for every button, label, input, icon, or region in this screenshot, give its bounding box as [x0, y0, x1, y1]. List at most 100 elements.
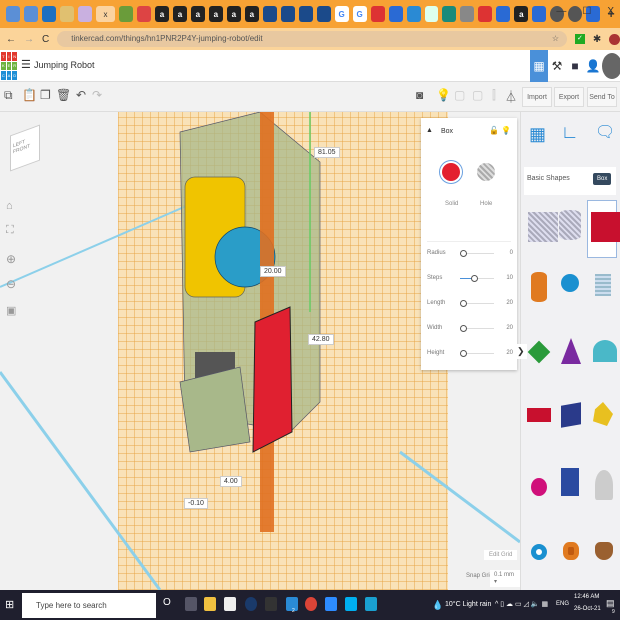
taskbar-search[interactable]: Type here to search [22, 593, 156, 618]
shape-torus[interactable] [531, 544, 547, 560]
dimension-label[interactable]: 4.00 [220, 476, 242, 487]
browser-tab[interactable] [424, 6, 439, 22]
steps-slider[interactable] [460, 275, 494, 282]
shape-scribble[interactable] [595, 274, 611, 296]
ortho-view-icon[interactable]: ▣ [6, 304, 16, 317]
clock-date[interactable]: 26-Oct-21 [574, 606, 601, 612]
panel-collapse-button[interactable]: ❯ [515, 344, 527, 359]
shape-cylinder[interactable] [531, 272, 547, 302]
browser-tab-active[interactable]: x [95, 6, 116, 22]
width-slider[interactable] [460, 325, 494, 332]
delete-icon[interactable]: 🗑 [56, 88, 71, 102]
shape-text[interactable] [527, 408, 551, 422]
note-icon[interactable]: ◙ [416, 88, 423, 102]
notification-icon[interactable]: ▤ [606, 598, 615, 609]
3d-design-view-icon[interactable]: ▦ [530, 50, 548, 82]
shape-round-roof[interactable] [593, 340, 617, 362]
browser-tab[interactable] [77, 6, 92, 22]
mirror-icon[interactable]: ⏃ [505, 88, 517, 105]
browser-tab[interactable]: a [208, 6, 223, 22]
star-icon[interactable]: ☆ [552, 31, 559, 47]
paste-icon[interactable]: 📋 [22, 88, 37, 102]
chrome-icon[interactable] [305, 597, 317, 611]
browser-tab[interactable] [6, 6, 20, 22]
browser-tab[interactable] [41, 6, 56, 22]
cortana-icon[interactable]: O [163, 597, 171, 608]
shape-half-sphere[interactable] [531, 478, 547, 496]
file-explorer-icon[interactable] [204, 597, 216, 611]
dimension-label[interactable]: 81.05 [314, 147, 340, 158]
browser-tab[interactable] [59, 6, 74, 22]
zoom-out-icon[interactable]: ⊖ [6, 277, 16, 291]
lock-icon[interactable]: 🔓 [489, 126, 499, 135]
height-slider[interactable] [460, 350, 494, 357]
browser-tab[interactable]: a [154, 6, 169, 22]
design-list-icon[interactable]: ☰ [21, 58, 31, 71]
close-window-button[interactable]: X [607, 6, 614, 17]
back-icon[interactable]: ← [6, 34, 16, 45]
forward-icon[interactable]: → [24, 34, 34, 45]
browser-tab[interactable] [262, 6, 277, 22]
avatar[interactable] [602, 53, 620, 79]
shape-box[interactable] [591, 212, 620, 242]
shape-polygon[interactable] [561, 402, 581, 428]
weather-text[interactable]: 10°C Light rain [445, 601, 491, 608]
dimension-label[interactable]: 20.00 [260, 266, 286, 277]
ungroup-icon[interactable]: ▢ [472, 88, 483, 102]
browser-tab[interactable]: G [334, 6, 349, 22]
light-bulb-icon[interactable]: 💡 [436, 88, 451, 102]
language-indicator[interactable]: ENG [556, 601, 569, 607]
zoom-icon[interactable] [325, 597, 337, 611]
store-icon[interactable] [224, 597, 236, 611]
browser-tab[interactable] [298, 6, 313, 22]
browser-tab[interactable] [532, 6, 547, 22]
export-button[interactable]: Export [554, 87, 584, 107]
browser-tab[interactable] [137, 6, 151, 22]
browser-tab[interactable]: G [352, 6, 367, 22]
edit-grid-button[interactable]: Edit Grid [484, 550, 518, 560]
duplicate-icon[interactable]: ❐ [40, 88, 51, 102]
collapse-icon[interactable]: ▲ [426, 127, 433, 134]
home-view-icon[interactable]: ⌂ [6, 200, 13, 212]
browser-tab[interactable] [280, 6, 295, 22]
browser-tab[interactable]: a [190, 6, 205, 22]
minimize-button[interactable]: — [556, 6, 566, 17]
browser-tab[interactable] [406, 6, 421, 22]
copy-icon[interactable]: ⧉ [4, 88, 13, 103]
tinkercad-logo[interactable]: TIN KER CAD [1, 52, 17, 80]
hole-button[interactable] [477, 163, 495, 181]
browser-tab[interactable]: a [226, 6, 241, 22]
tray-icons[interactable]: ^ ▯ ☁ ▭ ◿ 🔈 ▦ [495, 600, 548, 608]
workplane-icon[interactable]: ▦ [529, 124, 546, 145]
browser-tab[interactable] [23, 6, 38, 22]
shape-paraboloid[interactable] [593, 402, 613, 426]
extension-icon[interactable]: ✓ [575, 34, 585, 44]
browser-tab[interactable] [119, 6, 134, 22]
radius-slider[interactable] [460, 250, 494, 257]
light-bulb-icon[interactable]: 💡 [501, 126, 511, 135]
user-add-icon[interactable]: 👤 [584, 50, 602, 82]
group-icon[interactable]: ▢ [454, 88, 465, 102]
design-title[interactable]: Jumping Robot [34, 60, 95, 70]
shape-sphere[interactable] [561, 274, 579, 292]
tab-close-icon[interactable]: x [103, 10, 107, 19]
shape-icosahedron[interactable] [561, 468, 579, 496]
browser-tab[interactable] [460, 6, 475, 22]
url-input[interactable]: tinkercad.com/things/hn1PNR2P4Y-jumping-… [57, 31, 568, 47]
solid-button[interactable] [442, 163, 460, 181]
app-c-icon[interactable] [365, 597, 377, 611]
dimension-label[interactable]: 42.80 [308, 334, 334, 345]
puzzle-icon[interactable]: ✱ [593, 34, 601, 45]
zoom-in-icon[interactable]: ⊕ [6, 252, 16, 266]
shape-paraboloid-gray[interactable] [595, 470, 613, 500]
browser-tab[interactable] [388, 6, 403, 22]
undo-icon[interactable]: ↶ [76, 88, 86, 102]
browser-tab[interactable] [316, 6, 331, 22]
import-button[interactable]: Import [522, 87, 552, 107]
task-view-icon[interactable] [185, 597, 197, 611]
browser-tab[interactable] [370, 6, 385, 22]
skype-icon[interactable] [345, 597, 357, 611]
browser-tab[interactable]: a [514, 6, 529, 22]
clock-time[interactable]: 12:46 AM [574, 594, 599, 600]
reload-icon[interactable]: C [42, 34, 49, 45]
